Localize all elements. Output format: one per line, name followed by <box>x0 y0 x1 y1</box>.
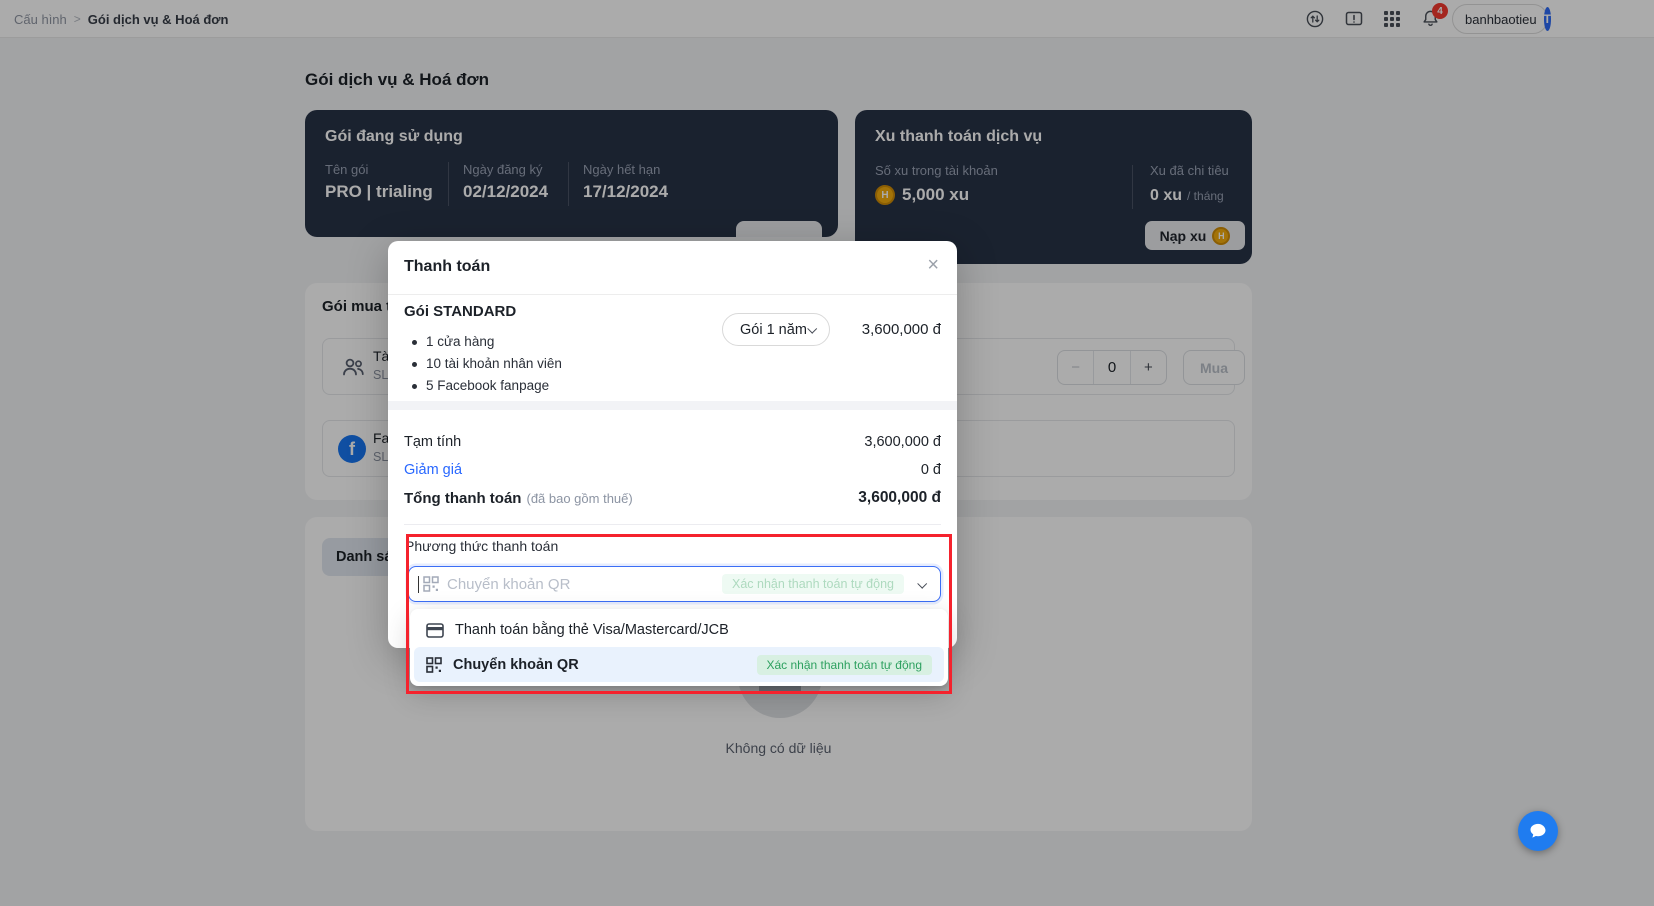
payment-method-select[interactable]: Chuyển khoản QR Xác nhận thanh toán tự đ… <box>408 566 941 602</box>
payment-modal: Thanh toán × Gói STANDARD 1 cửa hàng 10 … <box>388 241 957 648</box>
plan-feature: 1 cửa hàng <box>412 331 562 353</box>
option-card-payment[interactable]: Thanh toán bằng thẻ Visa/Mastercard/JCB <box>414 613 944 647</box>
option-label: Chuyển khoản QR <box>453 656 579 673</box>
total-value: 3,600,000 đ <box>858 489 941 506</box>
plan-feature: 10 tài khoản nhân viên <box>412 353 562 375</box>
divider <box>404 524 941 525</box>
auto-confirm-badge: Xác nhận thanh toán tự động <box>756 654 932 675</box>
modal-title: Thanh toán <box>404 258 491 275</box>
close-icon[interactable]: × <box>927 255 939 275</box>
chevron-down-icon <box>807 323 818 334</box>
discount-link[interactable]: Giảm giá <box>404 462 462 478</box>
payment-select-value: Chuyển khoản QR <box>447 575 571 593</box>
text-cursor <box>418 575 419 593</box>
qr-code-icon <box>423 576 439 592</box>
option-qr-transfer[interactable]: Chuyển khoản QR Xác nhận thanh toán tự đ… <box>414 647 944 682</box>
qr-code-icon <box>426 656 442 673</box>
payment-method-label: Phương thức thanh toán <box>405 538 559 554</box>
subtotal-label: Tạm tính <box>404 434 462 450</box>
payment-select-hint: Xác nhận thanh toán tự động <box>722 574 904 594</box>
payment-method-dropdown: Thanh toán bằng thẻ Visa/Mastercard/JCB … <box>410 609 948 686</box>
plan-features: 1 cửa hàng 10 tài khoản nhân viên 5 Face… <box>412 331 562 397</box>
section-divider <box>388 401 957 410</box>
subtotal-value: 3,600,000 đ <box>864 434 941 450</box>
credit-card-icon <box>426 622 444 638</box>
plan-name: Gói STANDARD <box>404 303 517 320</box>
discount-value: 0 đ <box>920 462 941 478</box>
plan-feature: 5 Facebook fanpage <box>412 375 562 397</box>
option-label: Thanh toán bằng thẻ Visa/Mastercard/JCB <box>455 622 729 638</box>
plan-price: 3,600,000 đ <box>861 321 941 338</box>
app-screen: Cấu hình > Gói dịch vụ & Hoá đơn 4 banhb… <box>0 0 1654 906</box>
total-note: (đã bao gồm thuế) <box>526 490 633 506</box>
total-row: Tổng thanh toán (đã bao gồm thuế) 3,600,… <box>404 488 941 508</box>
chevron-down-icon <box>917 578 928 589</box>
duration-select[interactable]: Gói 1 năm <box>722 313 830 346</box>
duration-select-value: Gói 1 năm <box>740 321 807 338</box>
chat-button[interactable] <box>1518 811 1558 851</box>
total-label: Tổng thanh toán <box>404 489 522 507</box>
chat-icon <box>1530 823 1546 838</box>
divider <box>388 294 957 295</box>
subtotal-row: Tạm tính 3,600,000 đ <box>404 432 941 452</box>
discount-row: Giảm giá 0 đ <box>404 460 941 480</box>
